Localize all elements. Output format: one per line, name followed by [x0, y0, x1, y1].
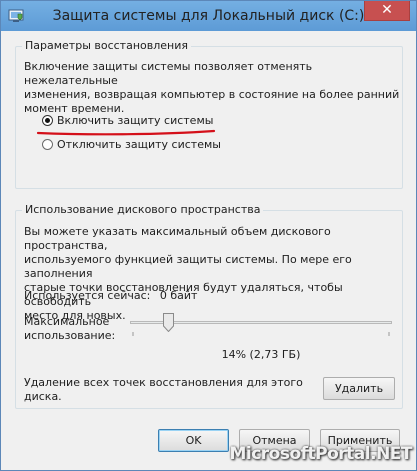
disk-usage-group: Использование дискового пространства Вы …: [15, 203, 403, 409]
restore-settings-group: Параметры восстановления Включение защит…: [15, 39, 403, 189]
title-bar[interactable]: Защита системы для Локальный диск (C:) ✕: [1, 1, 416, 31]
enable-protection-label[interactable]: Включить защиту системы: [57, 114, 213, 127]
slider-ticks: [132, 332, 390, 336]
current-usage-row: Используется сейчас: 0 байт: [24, 289, 197, 303]
delete-description-line: Удаление всех точек восстановления для э…: [24, 376, 303, 389]
radio-unchecked-icon[interactable]: [42, 138, 53, 150]
max-usage-slider-thumb[interactable]: [163, 313, 175, 332]
disk-description-line: Вы можете указать максимальный объем дис…: [24, 225, 331, 252]
delete-description-line: диска.: [24, 390, 62, 403]
restore-description: Включение защиты системы позволяет отмен…: [24, 60, 400, 116]
ok-button[interactable]: OK: [158, 429, 229, 452]
restore-settings-title: Параметры восстановления: [22, 39, 191, 52]
disable-protection-label[interactable]: Отключить защиту системы: [57, 138, 221, 151]
disable-protection-radio[interactable]: Отключить защиту системы: [42, 136, 221, 152]
delete-description: Удаление всех точек восстановления для э…: [24, 376, 303, 404]
disk-usage-title: Использование дискового пространства: [22, 203, 264, 216]
disk-description-line: используемого функцией защиты системы. П…: [24, 253, 352, 280]
max-usage-label-line: Максимальное: [24, 315, 110, 328]
restore-description-line: изменения, возвращая компьютер в состоян…: [24, 88, 400, 101]
max-usage-label: Максимальное использование:: [24, 315, 115, 343]
enable-protection-radio[interactable]: Включить защиту системы: [42, 112, 213, 128]
close-button[interactable]: ✕: [364, 1, 410, 21]
max-usage-label-line: использование:: [24, 329, 116, 342]
radio-checked-icon[interactable]: [42, 114, 53, 126]
dialog-content: Параметры восстановления Включение защит…: [8, 31, 409, 464]
current-usage-value: 0 байт: [159, 289, 198, 302]
delete-button[interactable]: Удалить: [323, 377, 395, 400]
restore-description-line: Включение защиты системы позволяет отмен…: [24, 60, 313, 87]
watermark: MicrosoftPortal.NET: [229, 444, 412, 464]
dialog-window: Защита системы для Локальный диск (C:) ✕…: [0, 0, 417, 471]
window-title: Защита системы для Локальный диск (C:): [52, 8, 365, 24]
close-icon: ✕: [381, 2, 393, 18]
current-usage-label: Используется сейчас:: [24, 289, 151, 302]
disk-usage-description: Вы можете указать максимальный объем дис…: [24, 225, 402, 323]
max-usage-value: 14% (2,73 ГБ): [221, 348, 301, 361]
